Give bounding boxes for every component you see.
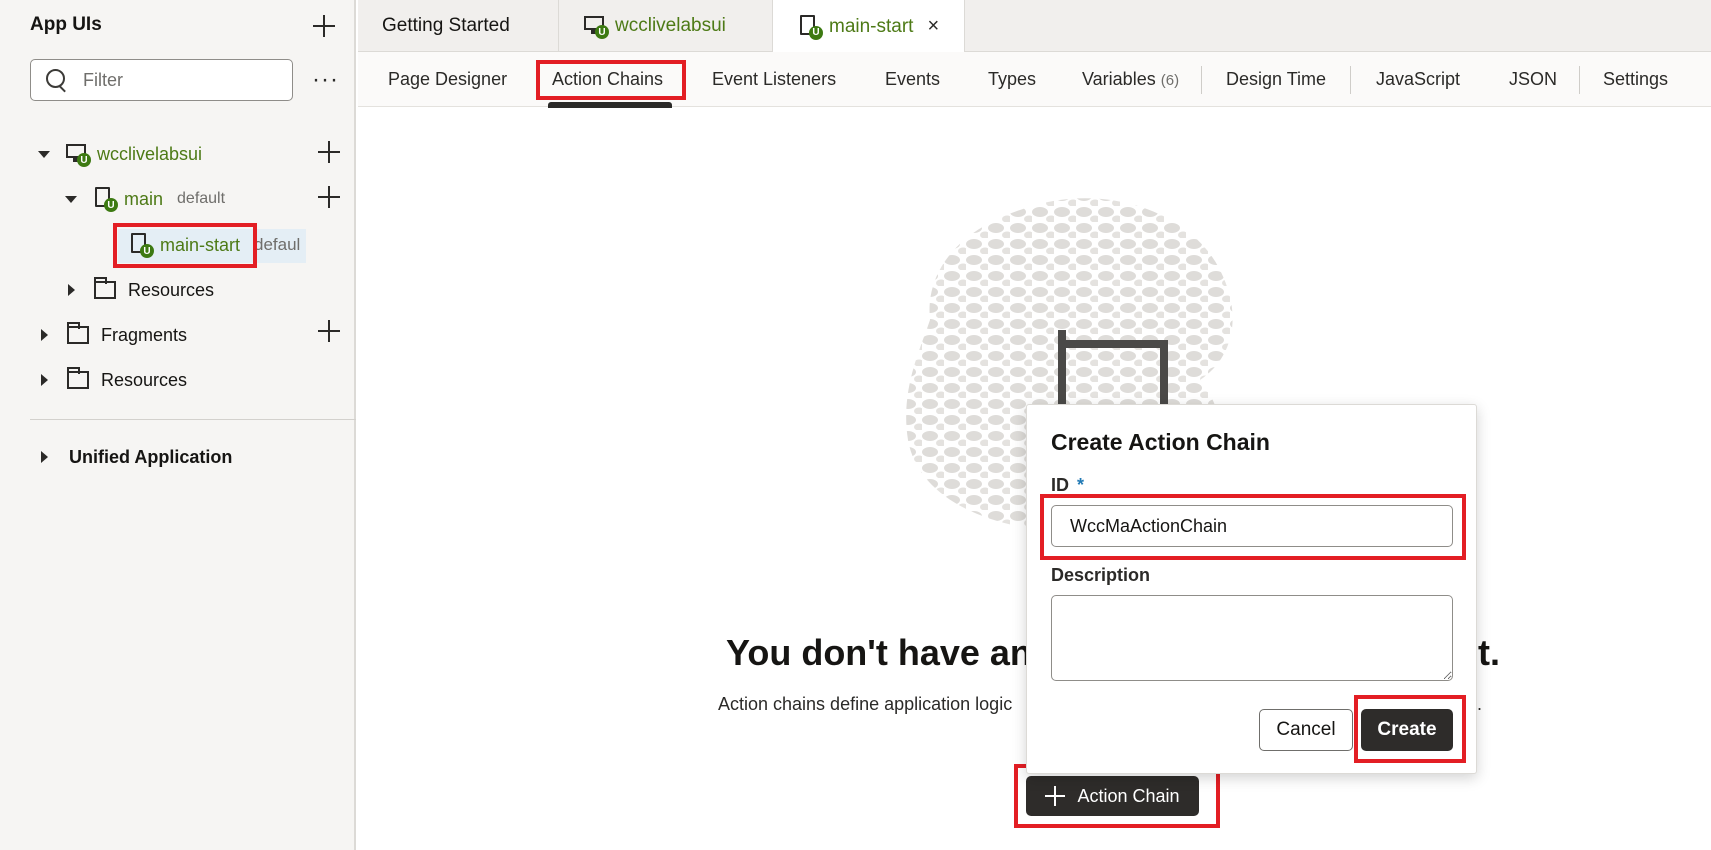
caret-right-icon: [40, 451, 48, 463]
caret-right-icon: [67, 284, 75, 296]
subnav-javascript[interactable]: JavaScript: [1376, 69, 1460, 90]
default-label: default: [177, 190, 226, 207]
collapse-toggle[interactable]: [64, 195, 78, 203]
id-input-highlight: [1040, 494, 1466, 560]
create-button-highlight: [1354, 695, 1466, 763]
variables-count: (6): [1160, 72, 1180, 89]
empty-state-title-end: t.: [1478, 632, 1500, 673]
expand-toggle[interactable]: [37, 329, 51, 341]
default-label: defaul: [254, 235, 301, 254]
add-fragment-icon[interactable]: [318, 320, 340, 342]
tree-item-label: Fragments: [101, 324, 188, 345]
separator: [1201, 66, 1202, 94]
cancel-button[interactable]: Cancel: [1259, 709, 1353, 751]
tab-wcclivelabsui[interactable]: U wcclivelabsui: [559, 0, 773, 52]
app-monitor-icon: U: [583, 13, 609, 39]
tree-item-label: wcclivelabsui: [97, 143, 203, 164]
caret-right-icon: [40, 374, 48, 386]
caret-right-icon: [40, 329, 48, 341]
subnav-event-listeners[interactable]: Event Listeners: [712, 69, 836, 90]
subnav-variables[interactable]: Variables (6): [1082, 69, 1179, 90]
tab-main-start[interactable]: U main-start ×: [773, 0, 965, 53]
sidebar-divider: [30, 419, 356, 420]
tree-item-wcclivelabsui[interactable]: U wcclivelabsui: [37, 139, 202, 169]
separator: [1579, 66, 1580, 94]
subnav-json[interactable]: JSON: [1509, 69, 1557, 90]
collapse-toggle[interactable]: [37, 150, 51, 158]
tree-item-main[interactable]: U main default: [64, 184, 225, 214]
expand-toggle[interactable]: [37, 374, 51, 386]
tree-item-label: Resources: [101, 369, 188, 390]
sidebar: App UIs ··· U wcclivelabsui U main defau…: [0, 0, 356, 850]
description-input[interactable]: [1051, 595, 1453, 681]
page-icon: U: [797, 14, 823, 40]
separator: [1350, 66, 1351, 94]
search-icon: [45, 68, 69, 92]
filter-input[interactable]: [83, 69, 273, 91]
add-to-app-icon[interactable]: [318, 141, 340, 163]
action-chains-highlight: [536, 60, 686, 100]
active-tab-indicator: [548, 102, 672, 108]
flow-page-icon: U: [92, 186, 118, 212]
empty-state-description: Action chains define application logic: [718, 694, 1013, 714]
caret-down-icon: [38, 150, 50, 158]
description-label: Description: [1051, 565, 1151, 585]
expand-toggle[interactable]: [64, 284, 78, 296]
folder-icon: [67, 322, 89, 344]
section-unified-application[interactable]: Unified Application: [37, 442, 232, 472]
main-start-highlight: [113, 223, 257, 268]
tab-bar: Getting Started U wcclivelabsui U main-s…: [358, 0, 1711, 53]
tab-getting-started[interactable]: Getting Started: [358, 0, 559, 52]
folder-icon: [94, 277, 116, 299]
folder-icon: [67, 367, 89, 389]
tree-item-label: main: [124, 188, 164, 209]
tab-label: Getting Started: [382, 15, 510, 36]
tab-label: main-start: [829, 15, 914, 37]
subnav-design-time[interactable]: Design Time: [1226, 69, 1326, 90]
required-mark: *: [1077, 475, 1085, 495]
sidebar-title: App UIs: [30, 14, 102, 35]
add-app-ui-icon[interactable]: [313, 15, 335, 37]
section-label: Unified Application: [69, 446, 233, 467]
dialog-title: Create Action Chain: [1051, 429, 1270, 455]
filter-field[interactable]: [30, 59, 293, 101]
tree-item-label: Resources: [128, 279, 215, 300]
add-to-main-icon[interactable]: [318, 186, 340, 208]
subnav-page-designer[interactable]: Page Designer: [388, 69, 507, 90]
tree-item-fragments[interactable]: Fragments: [37, 320, 187, 350]
tree-item-resources-inner[interactable]: Resources: [64, 275, 214, 305]
subnav-events[interactable]: Events: [885, 69, 940, 90]
subnav-settings[interactable]: Settings: [1603, 69, 1668, 90]
subnav-types[interactable]: Types: [988, 69, 1036, 90]
expand-toggle[interactable]: [37, 451, 51, 463]
id-label: ID *: [1051, 475, 1085, 495]
caret-down-icon: [65, 195, 77, 203]
more-options-icon[interactable]: ···: [312, 68, 339, 92]
tab-label: wcclivelabsui: [615, 15, 726, 36]
app-monitor-icon: U: [65, 141, 91, 167]
empty-state-title: You don't have an: [726, 632, 1032, 673]
tree-item-resources[interactable]: Resources: [37, 365, 187, 395]
close-icon[interactable]: ×: [927, 15, 939, 38]
